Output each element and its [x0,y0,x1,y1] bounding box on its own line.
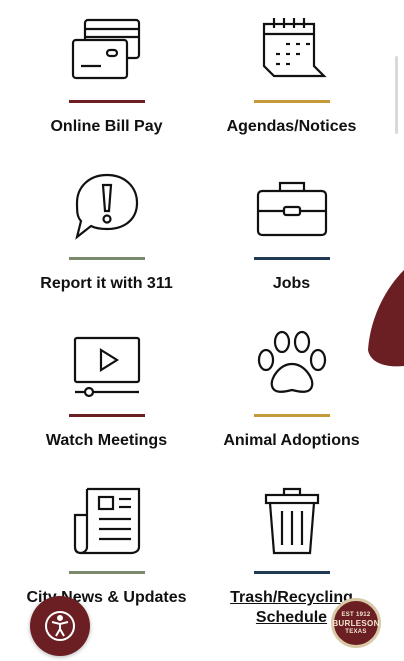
burleson-seal-logo[interactable]: EST 1912 BURLESON TEXAS [331,598,381,648]
paw-print-icon [257,330,326,393]
tile-accent-bar [253,571,330,574]
tile-jobs[interactable]: Jobs [199,157,384,307]
tile-online-bill-pay[interactable]: Online Bill Pay [14,0,199,150]
tile-agendas-notices[interactable]: Agendas/Notices [199,0,384,150]
tile-label: Watch Meetings [45,432,168,449]
seal-name: BURLESON [332,618,380,628]
tile-label: Report it with 311 [40,275,173,292]
tile-accent-bar [253,414,330,417]
decorative-shape [368,270,404,367]
scrollbar[interactable] [395,56,398,134]
seal-est: EST 1912 [341,611,371,618]
tile-city-news-updates[interactable]: City News & Updates [14,471,199,621]
seal-state: TEXAS [345,628,367,635]
tile-accent-bar [68,571,145,574]
credit-cards-icon [71,18,140,80]
speech-bubble-exclamation-icon [74,173,138,240]
tile-animal-adoptions[interactable]: Animal Adoptions [199,314,384,464]
tile-accent-bar [68,414,145,417]
tile-label: Agendas/Notices [226,118,357,135]
tile-accent-bar [68,100,145,103]
newspaper-icon [73,487,140,555]
trash-can-icon [264,487,319,555]
calendar-icon [262,18,327,78]
tile-label: Animal Adoptions [223,432,360,449]
tile-label: Jobs [272,275,311,292]
briefcase-icon [256,181,327,237]
tile-accent-bar [253,257,330,260]
tile-accent-bar [68,257,145,260]
quick-links-grid: Online Bill Pay Agendas/Notices Report i… [0,0,404,661]
tile-watch-meetings[interactable]: Watch Meetings [14,314,199,464]
tile-report-311[interactable]: Report it with 311 [14,157,199,307]
tile-accent-bar [253,100,330,103]
accessibility-button[interactable] [30,596,90,656]
video-player-icon [73,336,140,398]
accessibility-icon [45,611,75,641]
tile-label: Online Bill Pay [50,118,163,135]
